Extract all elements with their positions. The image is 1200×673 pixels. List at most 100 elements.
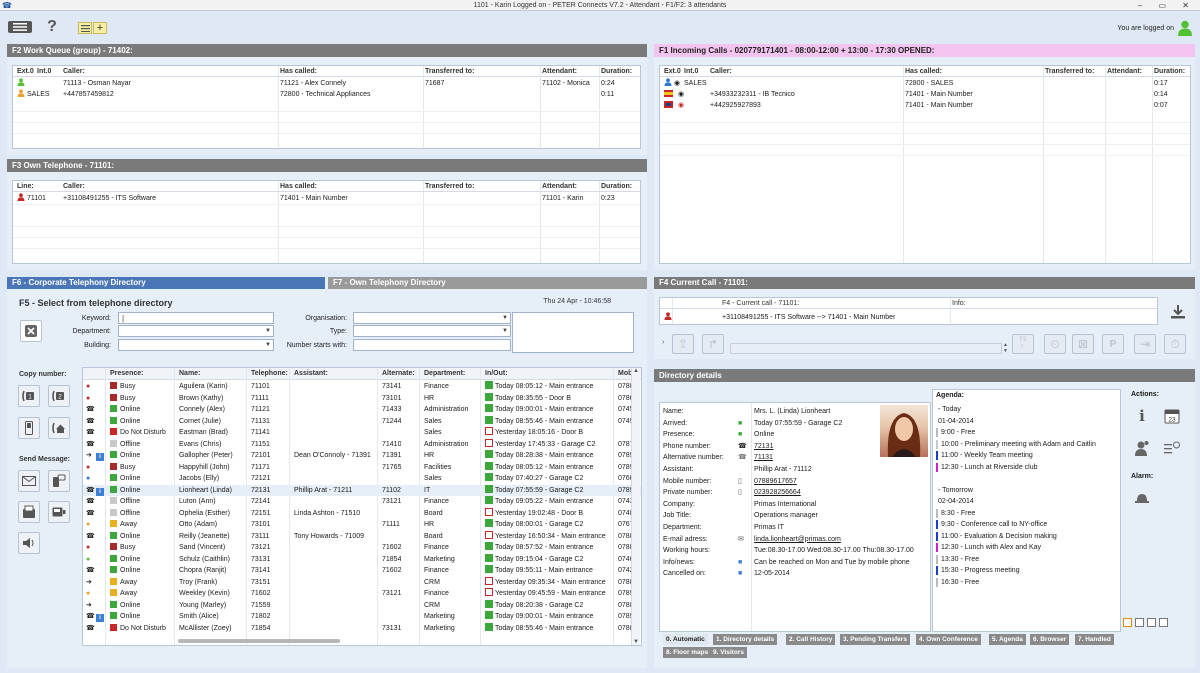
tab-corporate-directory[interactable]: F6 - Corporate Telephony Directory [7,277,325,289]
building-select[interactable]: ▼ [118,339,274,351]
table-row[interactable]: ☎ Online Chopra (Ranjit) 73141 71602 Finance T… [83,565,641,576]
horizontal-scrollbar[interactable] [178,639,340,643]
number-starts-input[interactable] [353,339,511,351]
tab-browser[interactable]: 6. Browser [1030,634,1070,645]
table-row[interactable]: ➔ i Online Gallopher (Peter) 72101 Dean O'Con… [83,450,641,461]
table-row[interactable]: 71101 +31108491255 - ITS Software 71401 … [13,193,640,204]
copy-mobile-icon[interactable] [18,417,40,439]
park-icon[interactable]: P [1102,334,1124,354]
callback-icon[interactable]: ⏱ [1164,334,1186,354]
table-row[interactable]: 71113 - Osman Nayar 71121 - Alex Connely… [13,78,640,89]
table-row[interactable]: ● Online Jacobs (Elly) 72121 Sales Today 07:4… [83,473,641,484]
hold-timer-icon[interactable]: ⏲ [1044,334,1066,354]
table-row[interactable]: ● Busy Aguilera (Karin) 71101 73141 Finance To… [83,381,641,392]
table-row[interactable]: ● Away Otto (Adam) 73101 71111 HR Today 08:00:… [83,519,641,530]
tab-visitors[interactable]: 9. Visitors [710,647,747,658]
layout-grid-icon[interactable] [1123,618,1132,627]
current-call-grid[interactable]: F4 - Current call - 71101: Info: +311084… [659,297,1158,325]
incoming-calls-grid[interactable]: Ext.0 Int.0 Caller: Has called: Transfer… [659,65,1191,264]
scroll-up-icon[interactable]: ▲ [633,368,639,374]
table-row[interactable]: ➔ Online Young (Marley) 71559 CRM Today 08:20… [83,599,641,611]
table-row[interactable]: ◉ SALES 72800 - SALES 0:17 [660,78,1190,89]
add-icon[interactable]: + [93,22,107,34]
alarm-bell-icon[interactable] [1131,487,1153,509]
send-fax-icon[interactable] [18,501,40,523]
scroll-down-icon[interactable]: ▼ [633,639,639,645]
table-row[interactable]: ● Busy Happyhill (John) 71171 71765 Facilitie… [83,461,641,473]
send-pager-icon[interactable] [48,501,70,523]
table-row[interactable]: ☎ Do Not Disturb Eastman (Brad) 71141 Sales Y… [83,427,641,438]
tab-pending-transfers[interactable]: 3. Pending Transfers [840,634,910,645]
detail-value[interactable]: 023928256664 [754,487,801,499]
send-email-icon[interactable] [18,470,40,492]
detail-value[interactable]: 71131 [754,452,773,464]
add-contact-icon[interactable] [1131,437,1153,459]
layout-toggle[interactable] [1123,618,1168,627]
transfer-out-icon[interactable]: ⇥ [1134,334,1156,354]
tab-directory-details[interactable]: 1. Directory details [713,634,778,645]
tab-handled[interactable]: 7. Handled [1075,634,1114,645]
table-row[interactable]: SALES +447857459812 72800 - Technical Ap… [13,89,640,100]
tab-own-directory[interactable]: F7 - Own Telephony Directory [328,277,647,289]
agenda-box[interactable]: Agenda: - Today 01-04-2014 9:00 - Free 10:0… [932,389,1121,632]
help-icon[interactable]: ? [44,18,60,35]
work-queue-grid[interactable]: Ext.0 Int.0 Caller: Has called: Transfer… [12,65,641,149]
table-row[interactable]: ● Online Schulz (Caithlin) 73131 71854 Market… [83,553,641,565]
table-row[interactable]: ☎ Do Not Disturb McAllister (Zoey) 71854 731… [83,622,641,634]
info-icon[interactable]: i [94,612,104,623]
layout-columns-icon[interactable] [1147,618,1156,627]
menu-icon[interactable] [8,21,32,33]
table-row[interactable]: ☎ Offline Luton (Ann) 72141 73121 Finance Toda… [83,496,641,507]
vertical-scrollbar[interactable]: ▲ ▼ [631,368,640,645]
table-row[interactable]: ☎ Online Reilly (Jeanette) 73111 Tony Howard… [83,530,641,542]
table-row[interactable]: ● Busy Sand (Vincent) 73121 71602 Finance Toda… [83,542,641,553]
layout-single-icon[interactable] [1159,618,1168,627]
table-row[interactable]: ☎ i Online Lionheart (Linda) 72131 Phillip Ar… [83,484,641,497]
extra-filter-box[interactable] [512,312,634,353]
current-call-row[interactable]: +31108491255 - ITS Software --> 71401 - … [660,312,1157,323]
copy-line-2-icon[interactable]: 2 [48,385,70,407]
f2-transfer-icon[interactable]: F2 ⇧ [1012,334,1034,354]
table-row[interactable]: ☎ Online Cornet (Julie) 71131 71244 Sales Toda… [83,415,641,427]
detail-value[interactable]: 72131 [754,441,773,453]
dial-input[interactable] [730,343,1002,354]
table-row[interactable]: ☎ Offline Ophelia (Esther) 72151 Linda Ashto… [83,507,641,519]
table-row[interactable]: ➔ Away Troy (Frank) 73151 CRM Yesterday 09:35… [83,576,641,588]
clear-search-button[interactable] [20,320,42,342]
hang-up-icon[interactable] [1167,301,1189,323]
tab-automatic[interactable]: 0. Automatic [663,634,708,645]
tab-call-history[interactable]: 2. Call History [786,634,836,645]
cancel-icon[interactable]: ⊠ [1072,334,1094,354]
calendar-icon[interactable]: 23 [1161,405,1183,427]
tab-own-conference[interactable]: 4. Own Conference [916,634,981,645]
department-select[interactable]: ▼ [118,325,274,337]
send-sms-icon[interactable] [48,470,70,492]
table-row[interactable]: ☎ Offline Evans (Chris) 71151 71410 Administr… [83,438,641,450]
expand-icon[interactable]: › [662,339,664,346]
table-row[interactable]: ☎ Online Connely (Alex) 71121 71433 Administr… [83,404,641,415]
tab-floor-maps[interactable]: 8. Floor maps [663,647,712,658]
own-telephone-grid[interactable]: Line: Caller: Has called: Transferred to… [12,180,641,264]
info-icon[interactable]: i [1131,405,1153,427]
list-icon[interactable] [78,22,92,34]
schedule-list-icon[interactable] [1161,437,1183,459]
detail-value[interactable]: linda.lionheart@primas.com [754,534,841,546]
type-select[interactable]: ▼ [353,325,511,337]
table-row[interactable]: ● Away Weekley (Kevin) 71602 73121 Finance Yes… [83,588,641,599]
table-row[interactable]: ◉ +34933232311 - IB Tecnico 71401 - Main… [660,89,1190,100]
info-icon[interactable]: i [94,451,104,462]
keyword-input[interactable]: | [118,312,274,324]
info-icon[interactable]: i [94,486,104,497]
table-row[interactable]: ● Busy Brown (Kathy) 71111 73101 HR Today 08:3… [83,392,641,404]
window-controls[interactable]: – ▭ ✕ [1138,0,1196,11]
send-voice-icon[interactable] [18,532,40,554]
forward-icon[interactable]: ↱ [702,334,724,354]
dial-spinner-icon[interactable]: ▲ ▼ [1003,342,1008,354]
copy-home-icon[interactable] [48,417,70,439]
organisation-select[interactable]: ▼ [353,312,511,324]
layout-rows-icon[interactable] [1135,618,1144,627]
detail-value[interactable]: 07889617657 [754,476,797,488]
transfer-up-icon[interactable]: ⇧ [672,334,694,354]
directory-table[interactable]: Presence: Name: Telephone: Assistant: Al… [82,367,642,646]
table-row[interactable]: ☎ i Online Smith (Alice) 71802 Marketing Today… [83,611,641,622]
